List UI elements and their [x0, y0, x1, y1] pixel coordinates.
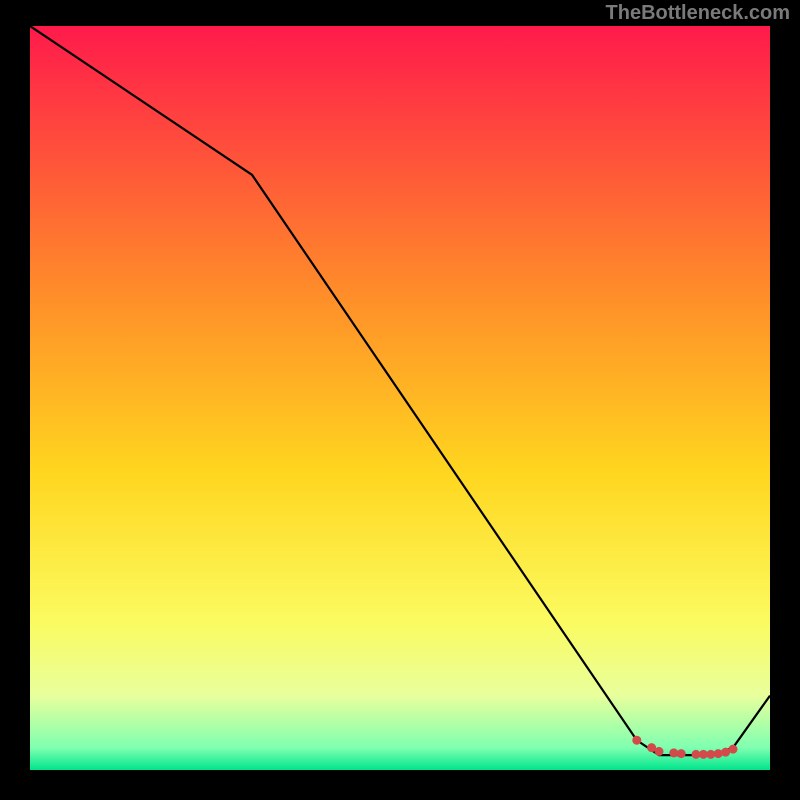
chart-frame: TheBottleneck.com [0, 0, 800, 800]
marker-point [655, 747, 664, 756]
marker-point [632, 736, 641, 745]
marker-point [729, 745, 738, 754]
gradient-background [30, 26, 770, 770]
watermark-text: TheBottleneck.com [606, 2, 790, 25]
marker-point [677, 749, 686, 758]
chart-plot [30, 26, 770, 770]
marker-point [714, 749, 723, 758]
